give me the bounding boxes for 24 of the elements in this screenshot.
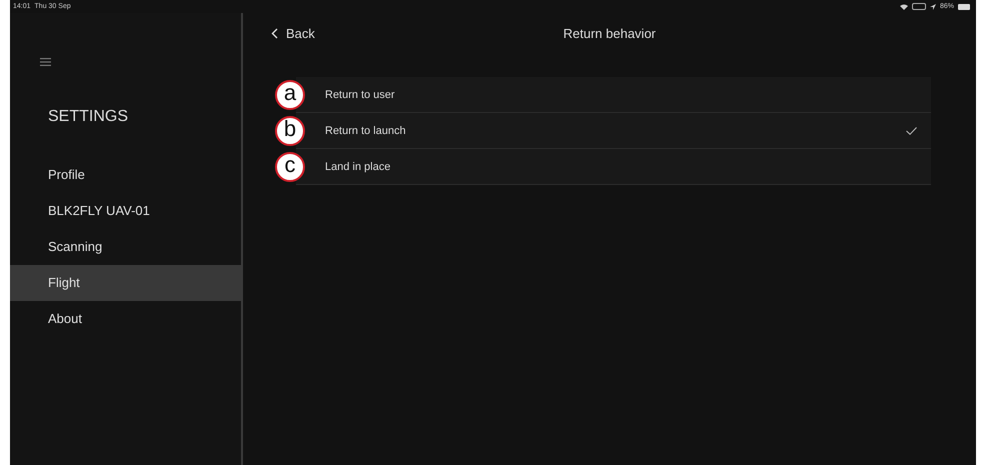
option-row[interactable]: Return to launch	[296, 113, 931, 149]
sidebar-item[interactable]: BLK2FLY UAV-01	[10, 193, 241, 229]
option-label: Return to launch	[325, 124, 406, 136]
checkmark-icon	[906, 126, 917, 134]
settings-heading: SETTINGS	[48, 108, 130, 126]
back-button[interactable]: Back	[271, 26, 315, 41]
sidebar-item[interactable]: About	[10, 301, 241, 337]
chevron-left-icon	[271, 28, 278, 39]
callout-label: b	[275, 116, 305, 146]
sidebar-item[interactable]: Flight	[10, 265, 241, 301]
callout-label: a	[275, 80, 305, 110]
page-title: Return behavior	[563, 26, 656, 41]
menu-icon[interactable]	[40, 58, 51, 66]
wifi-icon	[900, 4, 908, 10]
option-label: Return to user	[325, 88, 395, 100]
sidebar-item[interactable]: Scanning	[10, 229, 241, 265]
battery-icon	[958, 4, 970, 10]
signal-badge-icon	[912, 3, 926, 10]
option-label: Land in place	[325, 160, 390, 172]
location-arrow-icon	[930, 4, 936, 10]
option-row[interactable]: Return to user	[296, 77, 931, 113]
callout-label: c	[275, 152, 305, 182]
sidebar-item[interactable]: Profile	[10, 157, 241, 193]
option-row[interactable]: Land in place	[296, 149, 931, 185]
